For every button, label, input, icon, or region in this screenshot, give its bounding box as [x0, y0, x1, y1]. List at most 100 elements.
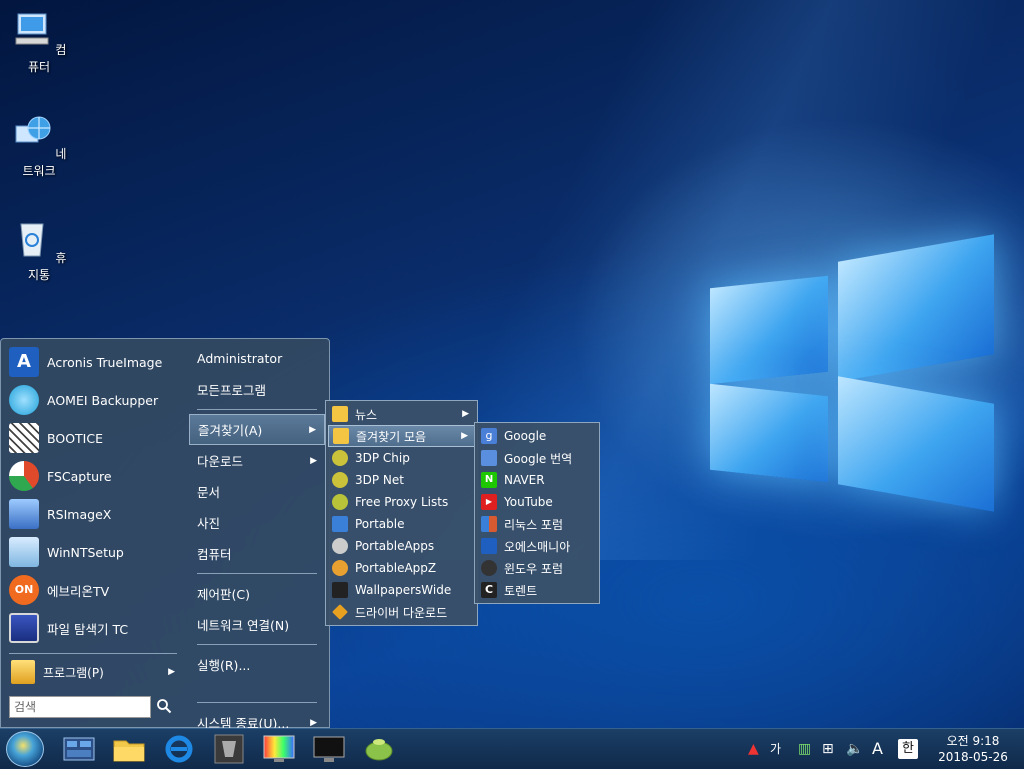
display-button[interactable] — [312, 733, 346, 765]
start-menu-right-pane: Administrator 모든프로그램 즐겨찾기(A) ▶ 다운로드 ▶ 문서 사… — [189, 343, 325, 738]
ime-label[interactable]: 가 — [770, 739, 781, 759]
everyontv-icon: ON — [9, 575, 39, 605]
usb-icon[interactable]: ▥ — [798, 739, 811, 759]
network-icon — [15, 116, 51, 143]
item-label: NAVER — [504, 473, 545, 487]
3dp-chip-icon — [332, 450, 348, 466]
link-torrent[interactable]: C 토렌트 — [477, 579, 597, 601]
pictures-item[interactable]: 사진 — [189, 507, 325, 538]
link-youtube[interactable]: ▶ YouTube — [477, 491, 597, 513]
portableappz-icon — [332, 560, 348, 576]
downloads-item[interactable]: 다운로드 ▶ — [189, 445, 325, 476]
tray-network-warning-icon[interactable]: ▲ — [748, 739, 759, 759]
link-google[interactable]: g Google — [477, 425, 597, 447]
fav-item-3dp-chip[interactable]: 3DP Chip — [328, 447, 475, 469]
logo-pane-bl — [710, 383, 828, 483]
start-button[interactable] — [6, 731, 44, 767]
fav-item-favorites-bar[interactable]: 즐겨찾기 모음 ▶ — [328, 425, 475, 447]
computer-icon — [15, 13, 49, 45]
run-item[interactable]: 실행(R)... — [189, 649, 325, 680]
app-aomei[interactable]: AOMEI Backupper — [5, 381, 181, 419]
link-linux-forum[interactable]: 리눅스 포럼 — [477, 513, 597, 535]
clock[interactable]: 오전 9:18 2018-05-26 — [930, 733, 1016, 765]
app-acronis[interactable]: A Acronis TrueImage — [5, 343, 181, 381]
task-view-button[interactable] — [62, 733, 96, 765]
chevron-right-icon: ▶ — [168, 667, 175, 677]
user-name[interactable]: Administrator — [189, 343, 325, 374]
app-everyontv[interactable]: ON 에브리온TV — [5, 571, 181, 609]
item-label: YouTube — [504, 495, 553, 509]
desktop-icon-network[interactable]: 네트워크 — [9, 114, 69, 179]
taskbar: ▲ 가 ▥ ⊞ 🔈 A 한 오전 9:18 2018-05-26 — [0, 728, 1024, 769]
app-rsimagex[interactable]: RSImageX — [5, 495, 181, 533]
item-label: 뉴스 — [355, 407, 378, 422]
fav-item-news[interactable]: 뉴스 ▶ — [328, 403, 475, 425]
youtube-icon: ▶ — [481, 494, 497, 510]
app-fscapture[interactable]: FSCapture — [5, 457, 181, 495]
rsimagex-icon — [9, 499, 39, 529]
link-windows-forum[interactable]: 윈도우 포럼 — [477, 557, 597, 579]
app-label: FSCapture — [47, 468, 112, 484]
documents-item[interactable]: 문서 — [189, 476, 325, 507]
internet-explorer-button[interactable] — [162, 733, 196, 765]
item-label: 제어판(C) — [197, 587, 250, 602]
volume-icon[interactable]: 🔈 — [846, 739, 863, 759]
app-winntsetup[interactable]: WinNTSetup — [5, 533, 181, 571]
torrent-icon: C — [481, 582, 497, 598]
item-label: 네트워크 연결(N) — [197, 618, 290, 633]
item-label: Google 번역 — [504, 451, 573, 466]
logo-pane-tr — [838, 234, 994, 382]
link-naver[interactable]: N NAVER — [477, 469, 597, 491]
search-icon[interactable] — [155, 698, 173, 716]
file-explorer-button[interactable] — [112, 733, 146, 765]
app-label: Acronis TrueImage — [47, 354, 163, 370]
app-label: 에브리온TV — [47, 583, 110, 599]
control-panel-item[interactable]: 제어판(C) — [189, 578, 325, 609]
fav-item-portableappz[interactable]: PortableAppZ — [328, 557, 475, 579]
fscapture-icon — [9, 461, 39, 491]
computer-item[interactable]: 컴퓨터 — [189, 538, 325, 569]
hangul-indicator[interactable]: 한 — [898, 739, 918, 759]
network-connections-item[interactable]: 네트워크 연결(N) — [189, 609, 325, 640]
pinned-apps-list: A Acronis TrueImage AOMEI Backupper BOOT… — [5, 343, 181, 647]
chevron-right-icon: ▶ — [462, 409, 469, 419]
chevron-right-icon: ▶ — [309, 424, 316, 435]
fav-item-portable[interactable]: Portable — [328, 513, 475, 535]
network-icon[interactable]: ⊞ — [822, 739, 834, 759]
color-monitor-button[interactable] — [262, 733, 296, 765]
google-translate-icon — [481, 450, 497, 466]
search-box[interactable] — [9, 696, 151, 718]
search-input[interactable] — [10, 697, 150, 717]
fav-item-wallpaperswide[interactable]: WallpapersWide — [328, 579, 475, 601]
item-label: 3DP Net — [355, 473, 404, 487]
internet-explorer-icon — [165, 735, 193, 763]
fav-item-driver-download[interactable]: 드라이버 다운로드 — [328, 601, 475, 623]
divider — [197, 573, 317, 574]
google-icon: g — [481, 428, 497, 444]
fav-item-portableapps[interactable]: PortableApps — [328, 535, 475, 557]
item-label: 윈도우 포럼 — [504, 561, 564, 576]
app-label: BOOTICE — [47, 430, 103, 446]
start-menu: A Acronis TrueImage AOMEI Backupper BOOT… — [0, 338, 330, 731]
ime-mode-indicator[interactable]: A — [872, 739, 883, 759]
fav-item-3dp-net[interactable]: 3DP Net — [328, 469, 475, 491]
desktop-icon-recycle-bin[interactable]: 휴지통 — [9, 218, 69, 283]
item-label: PortableAppZ — [355, 561, 437, 575]
lime-app-button[interactable] — [362, 733, 396, 765]
fav-item-free-proxy-lists[interactable]: Free Proxy Lists — [328, 491, 475, 513]
desktop-icon-computer[interactable]: 컴퓨터 — [9, 10, 69, 75]
all-programs-link[interactable]: 모든프로그램 — [189, 374, 325, 405]
link-google-translate[interactable]: Google 번역 — [477, 447, 597, 469]
driver-download-icon — [332, 604, 348, 620]
app-total-commander[interactable]: 파일 탐색기 TC — [5, 609, 181, 647]
item-label: Free Proxy Lists — [355, 495, 449, 509]
logo-pane-tl — [710, 275, 828, 385]
display-icon — [313, 736, 345, 762]
item-label: Portable — [355, 517, 405, 531]
wallpaperswide-icon — [332, 582, 348, 598]
favorites-item[interactable]: 즐겨찾기(A) ▶ — [189, 414, 325, 445]
transformers-app-button[interactable] — [212, 733, 246, 765]
all-programs-button[interactable]: 프로그램(P) ▶ — [5, 659, 181, 685]
link-osmania[interactable]: 오에스매니아 — [477, 535, 597, 557]
app-bootice[interactable]: BOOTICE — [5, 419, 181, 457]
